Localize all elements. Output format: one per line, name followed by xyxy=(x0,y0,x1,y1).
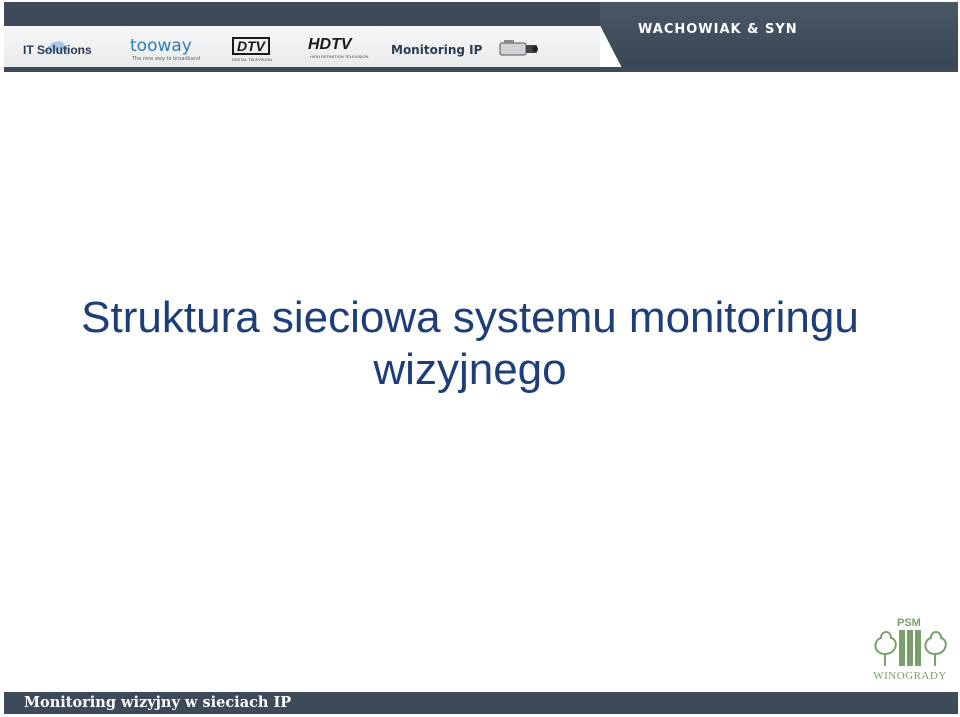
dtv-logo-subtitle: DIGITAL TELEVISION xyxy=(232,57,272,62)
monitoring-ip-logo: Monitoring IP xyxy=(391,43,483,57)
winogrady-logo-letters: PSM xyxy=(897,617,921,629)
dtv-logo: DTV xyxy=(232,37,270,55)
footer-title: Monitoring wizyjny w sieciach IP xyxy=(24,694,292,711)
slide-title-line-2: wizyjnego xyxy=(373,345,567,394)
hdtv-logo-subtitle: HIGH DEFINITION TELEVISION xyxy=(310,54,369,59)
tooway-logo: tooway The new way to broadband xyxy=(130,36,201,62)
it-solutions-logo: ☁ IT Solutions xyxy=(23,27,92,57)
header-underline xyxy=(4,67,958,72)
slide-title-line-1: Struktura sieciowa systemu monitoringu xyxy=(81,293,859,342)
tooway-tagline: The new way to broadband xyxy=(132,56,201,62)
brand-name: WACHOWIAK & SYN xyxy=(638,22,798,37)
winogrady-logo-name: WINOGRADY xyxy=(873,670,947,682)
ip-camera-icon xyxy=(499,40,538,56)
slide-title: Struktura sieciowa systemu monitoringu w… xyxy=(40,292,900,396)
hdtv-logo: HDTV xyxy=(308,36,352,53)
